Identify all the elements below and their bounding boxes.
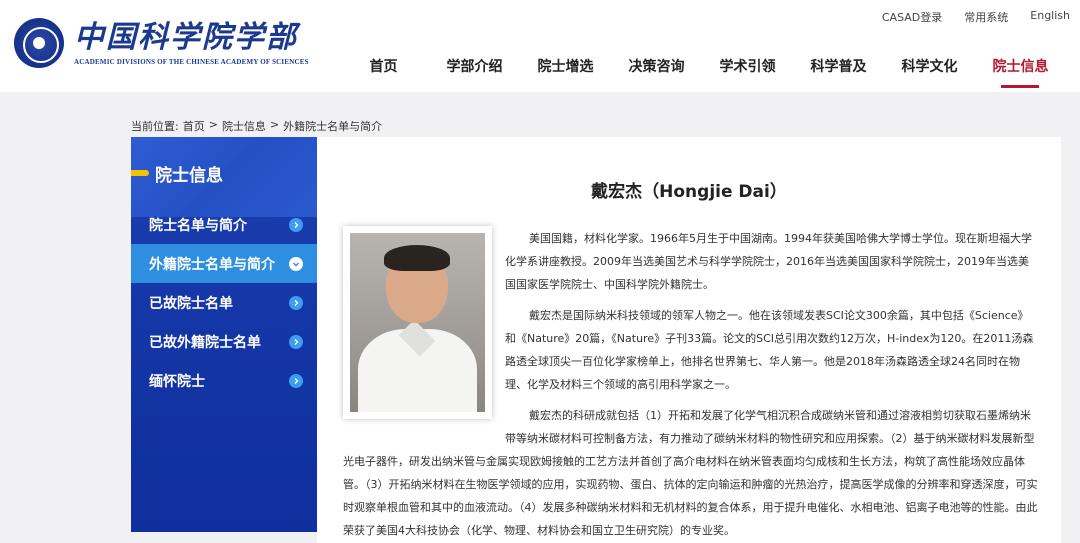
chevron-right-icon xyxy=(289,217,303,232)
chevron-right-icon xyxy=(289,373,303,388)
profile-photo xyxy=(343,226,492,419)
sidebar-item-label: 外籍院士名单与简介 xyxy=(149,256,275,273)
breadcrumb-home[interactable]: 首页 xyxy=(183,118,205,134)
breadcrumb-separator: > xyxy=(269,118,280,131)
common-systems-link[interactable]: 常用系统 xyxy=(964,9,1008,25)
sidebar-item-deceased-members[interactable]: 已故院士名单 xyxy=(131,283,317,322)
site-header: 中国科学院学部 ACADEMIC DIVISIONS OF THE CHINES… xyxy=(0,0,1080,92)
casad-login-link[interactable]: CASAD登录 xyxy=(882,9,942,25)
logo-chinese-name: 中国科学院学部 xyxy=(74,19,298,55)
utility-links: CASAD登录 常用系统 English xyxy=(882,9,1070,25)
breadcrumb-separator: > xyxy=(208,118,218,131)
nav-science-culture[interactable]: 科学文化 xyxy=(884,56,975,88)
nav-member-election[interactable]: 院士增选 xyxy=(520,56,611,88)
breadcrumb-current[interactable]: 外籍院士名单与简介 xyxy=(283,118,382,134)
chevron-down-icon xyxy=(289,256,303,271)
bio-paragraph-1: 美国国籍，材料化学家。1966年5月生于中国湖南。1994年获美国哈佛大学博士学… xyxy=(505,232,1032,291)
sidebar-item-label: 缅怀院士 xyxy=(149,373,205,390)
sidebar: 院士信息 院士名单与简介 外籍院士名单与简介 已故院士名单 已故外籍院士名单 缅… xyxy=(131,137,317,532)
page-title: 戴宏杰（Hongjie Dai） xyxy=(591,182,787,202)
sidebar-item-foreign-members[interactable]: 外籍院士名单与简介 xyxy=(131,244,317,283)
sidebar-item-label: 已故院士名单 xyxy=(149,295,233,312)
nav-divisions-intro[interactable]: 学部介绍 xyxy=(429,56,520,88)
sidebar-item-members[interactable]: 院士名单与简介 xyxy=(131,205,317,244)
nav-science-popularization[interactable]: 科学普及 xyxy=(793,56,884,88)
nav-consulting[interactable]: 决策咨询 xyxy=(611,56,702,88)
sidebar-item-label: 已故外籍院士名单 xyxy=(149,334,261,351)
bio-paragraph-2: 戴宏杰是国际纳米科技领域的领军人物之一。他在该领域发表SCI论文300余篇，其中… xyxy=(505,309,1034,391)
breadcrumb: 当前位置: 首页 > 院士信息 > 外籍院士名单与简介 xyxy=(131,118,382,134)
nav-academic-leadership[interactable]: 学术引领 xyxy=(702,56,793,88)
nav-member-info[interactable]: 院士信息 xyxy=(975,56,1066,88)
chevron-right-icon xyxy=(289,295,303,310)
academy-emblem-icon xyxy=(14,18,64,68)
logo-english-name: ACADEMIC DIVISIONS OF THE CHINESE ACADEM… xyxy=(74,57,309,66)
breadcrumb-member-info[interactable]: 院士信息 xyxy=(222,118,266,134)
sidebar-title: 院士信息 xyxy=(155,166,223,186)
sidebar-item-memorial[interactable]: 缅怀院士 xyxy=(131,361,317,400)
breadcrumb-label: 当前位置: xyxy=(131,120,179,133)
sidebar-item-label: 院士名单与简介 xyxy=(149,217,247,234)
profile-content: 戴宏杰（Hongjie Dai） 美国国籍，材料化学家。1966年5月生于中国湖… xyxy=(317,137,1061,543)
bio-paragraph-3: 戴宏杰的科研成就包括（1）开拓和发展了化学气相沉积合成碳纳米管和通过溶液相剪切获… xyxy=(343,409,1038,537)
sidebar-item-deceased-foreign-members[interactable]: 已故外籍院士名单 xyxy=(131,322,317,361)
english-link[interactable]: English xyxy=(1030,9,1070,25)
site-logo[interactable]: 中国科学院学部 ACADEMIC DIVISIONS OF THE CHINES… xyxy=(14,18,309,68)
main-nav: 首页 学部介绍 院士增选 决策咨询 学术引领 科学普及 科学文化 院士信息 xyxy=(338,56,1066,88)
nav-home[interactable]: 首页 xyxy=(338,56,429,88)
chevron-right-icon xyxy=(289,334,303,349)
portrait-image xyxy=(350,233,485,412)
sidebar-title-bullet xyxy=(131,170,149,176)
